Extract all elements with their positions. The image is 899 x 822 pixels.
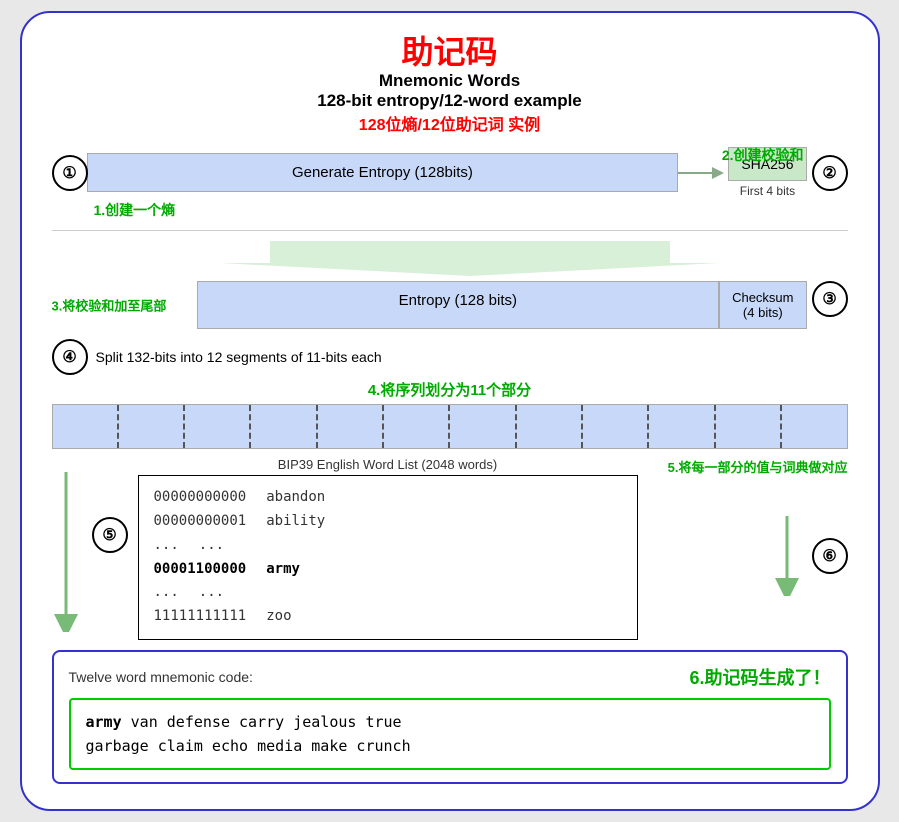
bit-seg-2	[119, 405, 185, 448]
section5-label: 5.将每一部分的值与词典做对应	[668, 457, 848, 476]
bit-seg-12	[782, 405, 846, 448]
wordlist-row-dots2: ... ...	[154, 581, 622, 605]
wordlist-word-dots2: ...	[199, 581, 224, 605]
wordlist-row-dots1: ... ...	[154, 534, 622, 558]
entropy-box: Generate Entropy (128bits)	[87, 153, 679, 192]
section3-label: 3.将校验和加至尾部	[52, 296, 167, 315]
wordlist-word-2: ability	[266, 510, 325, 534]
wordlist-num-highlight: 00001100000	[154, 558, 247, 582]
section6-label-cn: 6.助记码生成了！	[689, 664, 830, 690]
page-subtitle-cn: 128位熵/12位助记词 实例	[52, 111, 848, 135]
wordlist-row-last: 11111111111 zoo	[154, 605, 622, 629]
circle-5: ⑤	[92, 517, 128, 553]
bit-seg-8	[517, 405, 583, 448]
mnemonic-first-word: army	[86, 713, 122, 731]
bit-seg-5	[318, 405, 384, 448]
bit-seg-4	[251, 405, 317, 448]
wordlist-num-1: 00000000000	[154, 486, 247, 510]
page-title-en1: Mnemonic Words	[52, 71, 848, 91]
bit-seg-7	[450, 405, 516, 448]
divider-1	[52, 230, 848, 231]
down-arrow-right	[767, 516, 807, 596]
bit-seg-9	[583, 405, 649, 448]
first4bits-label: First 4 bits	[740, 184, 795, 198]
wordlist-num-dots1: ...	[154, 534, 179, 558]
circle-6: ⑥	[812, 538, 848, 574]
wordlist-word-highlight: army	[266, 558, 300, 582]
checksum-label2: (4 bits)	[743, 305, 783, 320]
wordlist-word-dots1: ...	[199, 534, 224, 558]
circle-3: ③	[812, 281, 848, 317]
circle-4: ④	[52, 339, 88, 375]
section1-label: 1.创建一个熵	[94, 200, 848, 220]
entropy-box-2: Entropy (128 bits)	[197, 281, 720, 329]
wordlist-word-last: zoo	[266, 605, 291, 629]
wordlist-row-highlight: 00001100000 army	[154, 558, 622, 582]
wordlist-num-last: 11111111111	[154, 605, 247, 629]
main-container: 助记码 Mnemonic Words 128-bit entropy/12-wo…	[20, 11, 880, 811]
section4-area: ④ Split 132-bits into 12 segments of 11-…	[52, 339, 848, 449]
bit-segments-bar	[52, 404, 848, 449]
wordlist-num-2: 00000000001	[154, 510, 247, 534]
section4-cn: 4.将序列划分为11个部分	[52, 379, 848, 400]
wordlist-box: 00000000000 abandon 00000000001 ability …	[138, 475, 638, 640]
wordlist-row-2: 00000000001 ability	[154, 510, 622, 534]
section2-label: 2.创建校验和	[722, 145, 804, 165]
wordlist-container: BIP39 English Word List (2048 words) 000…	[138, 457, 638, 640]
big-down-arrow	[220, 241, 720, 276]
mnemonic-rest: van defense carry jealous true garbage c…	[86, 713, 411, 755]
checksum-label1: Checksum	[732, 290, 793, 305]
mnemonic-box: army van defense carry jealous true garb…	[69, 698, 831, 770]
circle-5-area: ⑤	[92, 457, 128, 553]
wordlist-word-1: abandon	[266, 486, 325, 510]
page-title-en2: 128-bit entropy/12-word example	[52, 91, 848, 111]
bit-seg-3	[185, 405, 251, 448]
page-title-cn: 助记码	[52, 33, 848, 71]
arrow-right-1	[678, 163, 728, 183]
wordlist-row-1: 00000000000 abandon	[154, 486, 622, 510]
circle-2: ②	[812, 155, 848, 191]
bit-seg-10	[649, 405, 715, 448]
wordlist-num-dots2: ...	[154, 581, 179, 605]
checksum-box: Checksum (4 bits)	[719, 281, 806, 329]
output-label: Twelve word mnemonic code:	[69, 669, 253, 685]
section4-text: Split 132-bits into 12 segments of 11-bi…	[96, 349, 382, 365]
bit-seg-1	[53, 405, 119, 448]
bit-seg-6	[384, 405, 450, 448]
right-side-area: 5.将每一部分的值与词典做对应 ⑥	[648, 457, 848, 596]
wordlist-label: BIP39 English Word List (2048 words)	[138, 457, 638, 472]
bit-seg-11	[716, 405, 782, 448]
left-arrow-area	[52, 457, 82, 632]
down-arrow-left	[54, 472, 79, 632]
circle-6-area: ⑥	[767, 516, 848, 596]
circle-1: ①	[52, 155, 88, 191]
output-section: Twelve word mnemonic code: 6.助记码生成了！ arm…	[52, 650, 848, 784]
